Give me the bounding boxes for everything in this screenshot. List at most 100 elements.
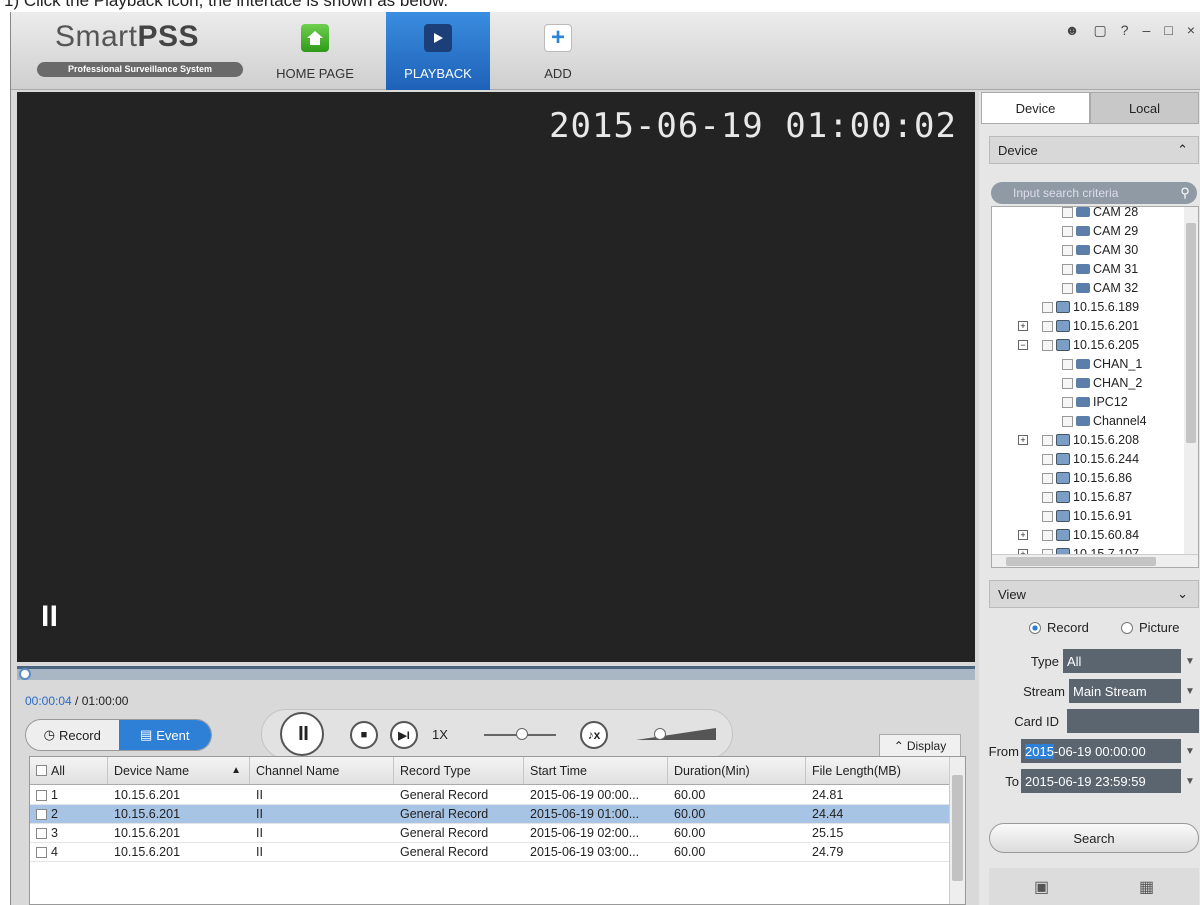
select-all-checkbox[interactable] [36,765,47,776]
export-icon[interactable]: ▦ [1139,877,1154,897]
tab-device[interactable]: Device [981,92,1090,124]
display-tab[interactable]: ⌃ Display [879,734,961,756]
header-device-name[interactable]: Device Name ▲ [108,757,250,784]
type-select[interactable]: All ▼ [1063,649,1199,673]
tree-checkbox[interactable] [1042,491,1053,503]
row-checkbox[interactable] [36,789,47,801]
row-checkbox[interactable] [36,808,47,820]
volume-slider[interactable] [636,724,722,744]
table-row[interactable]: 1 10.15.6.201 II General Record 2015-06-19 0… [30,786,950,805]
table-scrollbar[interactable] [949,757,965,904]
close-icon[interactable]: × [1187,22,1195,39]
tree-node[interactable]: 10.15.6.189 [1042,298,1139,316]
tab-local[interactable]: Local [1090,92,1199,124]
device-search-input[interactable]: Input search criteria ⚲ [991,182,1197,204]
record-radio-button[interactable] [1029,621,1041,634]
row-checkbox-cell[interactable]: 3 [30,824,108,842]
tree-checkbox[interactable] [1042,339,1053,351]
collapse-icon[interactable]: − [1018,340,1028,350]
tree-hscroll-thumb[interactable] [1006,557,1156,566]
table-row[interactable]: 3 10.15.6.201 II General Record 2015-06-19 0… [30,824,950,843]
nav-add[interactable]: + ADD [533,12,583,90]
tree-checkbox[interactable] [1042,434,1053,446]
mute-button[interactable]: ♪x [580,721,608,749]
picture-radio-button[interactable] [1121,621,1133,634]
header-record-type[interactable]: Record Type [394,757,524,784]
tree-node[interactable]: 10.15.6.91 [1042,507,1132,525]
tree-node[interactable]: CAM 31 [1062,260,1138,278]
tree-node[interactable]: +10.15.6.208 [1018,431,1139,449]
picture-radio[interactable]: Picture [1121,620,1179,635]
tree-checkbox[interactable] [1062,358,1073,370]
tree-node[interactable]: +10.15.60.84 [1018,526,1139,544]
expand-icon[interactable]: + [1018,530,1028,540]
video-player[interactable]: 2015-06-19 01:00:02 I I [17,92,975,662]
save-icon[interactable]: ▣ [1034,877,1049,897]
tree-node[interactable]: 10.15.6.87 [1042,488,1132,506]
volume-slider-knob[interactable] [654,728,666,740]
tree-node[interactable]: +10.15.6.201 [1018,317,1139,335]
tree-checkbox[interactable] [1042,453,1053,465]
row-checkbox-cell[interactable]: 4 [30,843,108,861]
from-datetime[interactable]: 2015 -06-19 00:00:00 ▼ [1021,739,1199,763]
device-section-header[interactable]: Device ⌃ [989,136,1199,164]
header-channel-name[interactable]: Channel Name [250,757,394,784]
tree-checkbox[interactable] [1062,282,1073,294]
search-button[interactable]: Search [989,823,1199,853]
tree-checkbox[interactable] [1062,415,1073,427]
tree-vscroll-thumb[interactable] [1186,223,1196,443]
header-all[interactable]: All [30,757,108,784]
tree-node[interactable]: CAM 30 [1062,241,1138,259]
table-row[interactable]: 2 10.15.6.201 II General Record 2015-06-19 0… [30,805,950,824]
stream-select[interactable]: Main Stream ▼ [1069,679,1199,703]
table-scroll-thumb[interactable] [952,775,963,881]
tree-node[interactable]: CAM 29 [1062,222,1138,240]
tree-node[interactable]: CHAN_2 [1062,374,1142,392]
table-row[interactable]: 4 10.15.6.201 II General Record 2015-06-19 0… [30,843,950,862]
tree-checkbox[interactable] [1042,301,1053,313]
user-icon[interactable]: ☻ [1065,22,1080,39]
header-duration[interactable]: Duration(Min) [668,757,806,784]
expand-icon[interactable]: + [1018,435,1028,445]
header-file-length[interactable]: File Length(MB) [806,757,950,784]
toggle-record[interactable]: ◷ Record [26,720,119,750]
help-icon[interactable]: ? [1121,22,1129,39]
row-checkbox[interactable] [36,846,47,858]
tree-node[interactable]: 10.15.6.86 [1042,469,1132,487]
nav-home-page[interactable]: HOME PAGE [273,12,357,90]
progress-knob[interactable] [19,668,31,680]
search-icon[interactable]: ⚲ [1175,182,1195,204]
pause-button[interactable]: I I [280,712,324,756]
tree-checkbox[interactable] [1042,472,1053,484]
tree-vertical-scrollbar[interactable] [1184,207,1198,555]
tree-node[interactable]: CAM 32 [1062,279,1138,297]
tree-checkbox[interactable] [1062,225,1073,237]
tree-checkbox[interactable] [1062,396,1073,408]
speed-slider-knob[interactable] [516,728,528,740]
tree-horizontal-scrollbar[interactable] [992,554,1198,567]
tree-node[interactable]: CHAN_1 [1062,355,1142,373]
tree-checkbox[interactable] [1062,263,1073,275]
stop-button[interactable]: ■ [350,721,378,749]
tree-node[interactable]: − 10.15.6.205 [1018,336,1139,354]
tree-checkbox[interactable] [1062,244,1073,256]
row-checkbox[interactable] [36,827,47,839]
next-frame-button[interactable]: ▶I [390,721,418,749]
nav-playback[interactable]: PLAYBACK [386,12,490,90]
tree-checkbox[interactable] [1042,529,1053,541]
tree-checkbox[interactable] [1062,377,1073,389]
playback-progress-bar[interactable] [17,666,975,680]
row-checkbox-cell[interactable]: 2 [30,805,108,823]
to-datetime[interactable]: 2015-06-19 23:59:59 ▼ [1021,769,1199,793]
toggle-event[interactable]: ▤ Event [118,720,211,750]
tree-node[interactable]: IPC12 [1062,393,1128,411]
tree-checkbox[interactable] [1062,207,1073,218]
tree-checkbox[interactable] [1042,510,1053,522]
tree-node[interactable]: Channel4 [1062,412,1147,430]
maximize-icon[interactable]: □ [1164,22,1172,39]
expand-icon[interactable]: + [1018,321,1028,331]
view-section-header[interactable]: View ⌄ [989,580,1199,608]
tree-checkbox[interactable] [1042,320,1053,332]
header-start-time[interactable]: Start Time [524,757,668,784]
lock-icon[interactable]: ▢ [1094,22,1107,39]
